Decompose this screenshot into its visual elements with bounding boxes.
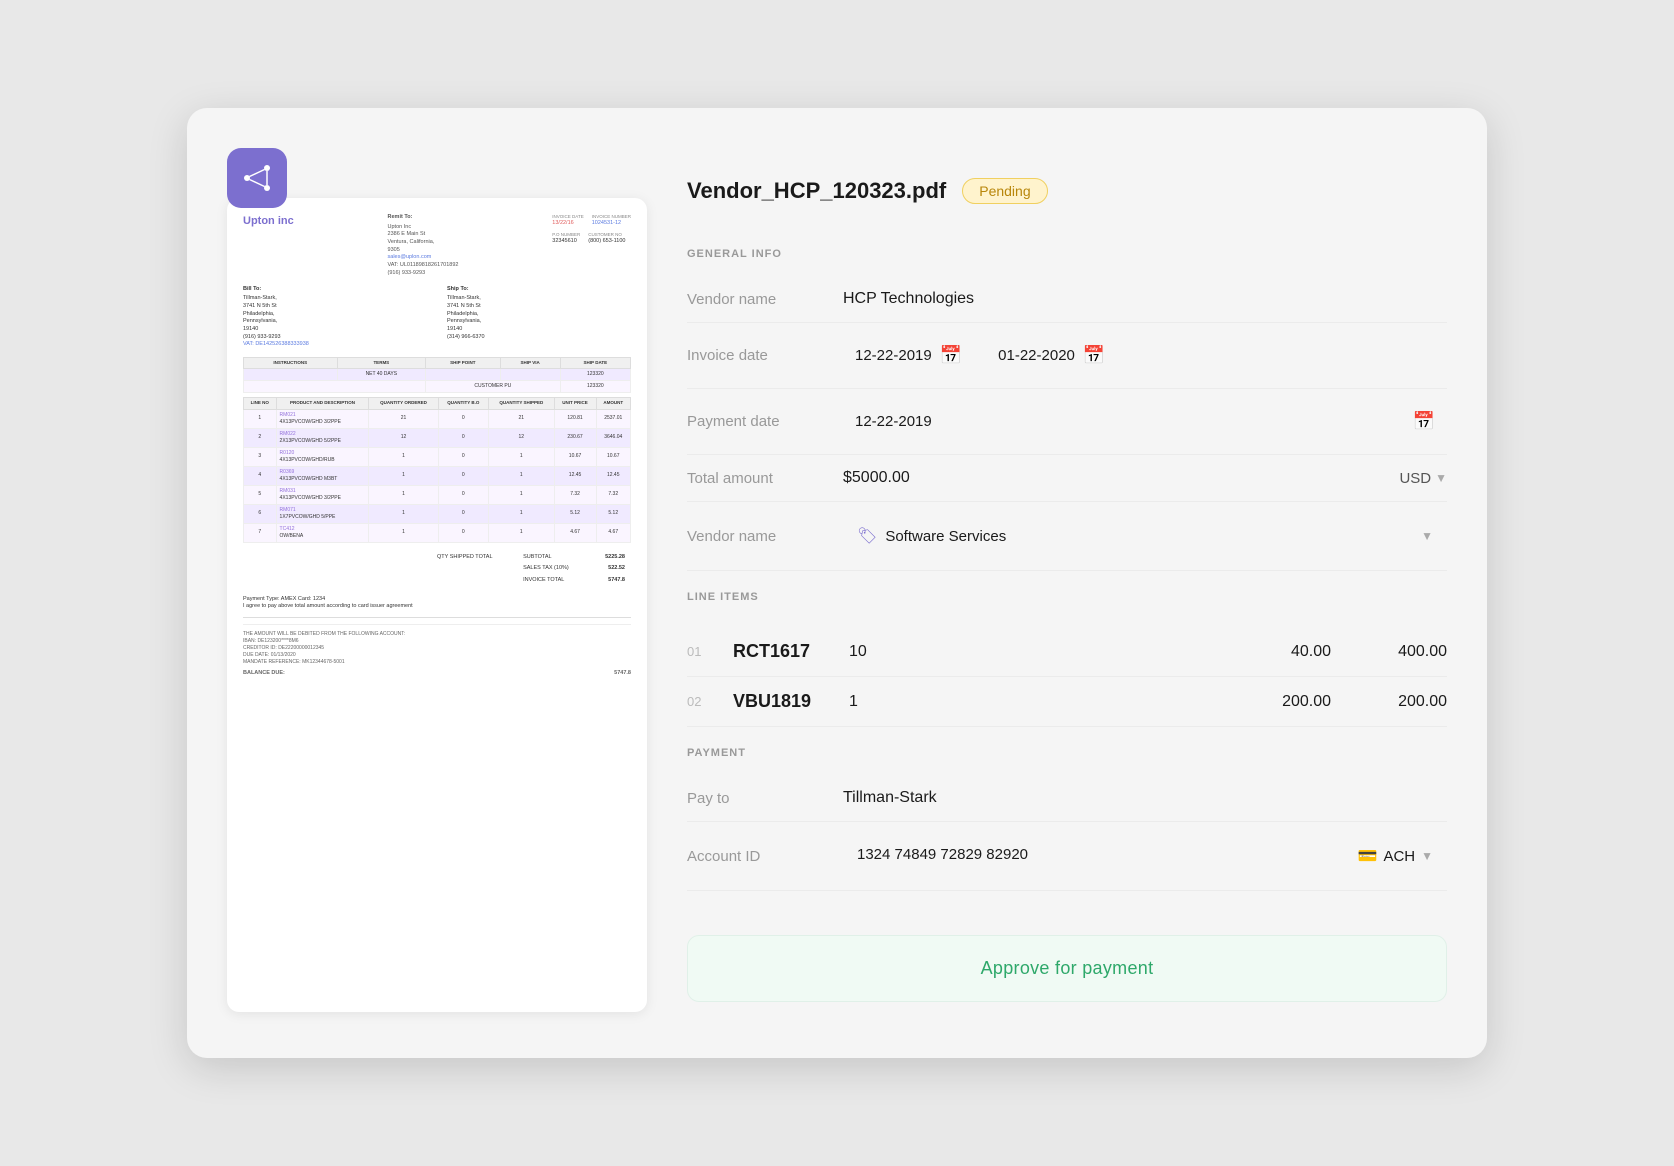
account-id-value: 1324 74849 72829 82920: [843, 836, 1332, 876]
invoice-remit: Remit To: Upton Inc 2386 E Main St Ventu…: [388, 214, 459, 278]
line-items-table: 01 RCT1617 10 40.00 400.00 02 VBU1819 1 …: [687, 627, 1447, 727]
currency-select[interactable]: USD ▼: [1399, 470, 1447, 487]
line-item-row: 01 RCT1617 10 40.00 400.00: [687, 627, 1447, 677]
pay-to-value: Tillman-Stark: [843, 789, 937, 807]
invoice-payment-note: Payment Type: AMEX Card: 1234 I agree to…: [243, 596, 631, 611]
vendor-type-chevron-icon: ▼: [1421, 529, 1433, 543]
calendar-icon-start: 📅: [940, 345, 962, 366]
line-code-1: RCT1617: [733, 641, 833, 662]
tag-icon: 🏷: [857, 526, 877, 546]
invoice-document: Upton inc Remit To: Upton Inc 2386 E Mai…: [243, 214, 631, 678]
approve-payment-button[interactable]: Approve for payment: [687, 935, 1447, 1002]
line-item-row-2: 02 VBU1819 1 200.00 200.00: [687, 677, 1447, 727]
calendar-icon-end: 📅: [1083, 345, 1105, 366]
card-icon: 💳: [1358, 846, 1378, 866]
line-num-1: 01: [687, 644, 717, 659]
line-items-label: LINE ITEMS: [687, 591, 1447, 603]
line-code-2: VBU1819: [733, 691, 833, 712]
calendar-icon-payment: 📅: [1413, 411, 1435, 432]
pay-to-row: Pay to Tillman-Stark: [687, 775, 1447, 822]
line-qty-2: 1: [849, 693, 889, 711]
line-unit-2: 200.00: [905, 693, 1331, 711]
payment-date-label: Payment date: [687, 413, 827, 430]
invoice-company-name: Upton inc: [243, 214, 294, 229]
invoice-dates: INVOICE DATE 13/22/16 INVOICE NUMBER 102…: [552, 214, 631, 250]
payment-label: PAYMENT: [687, 747, 1447, 759]
line-num-2: 02: [687, 694, 717, 709]
payment-date-value: 12-22-2019: [855, 413, 932, 430]
vendor-name-label: Vendor name: [687, 291, 827, 308]
status-badge: Pending: [962, 178, 1047, 204]
invoice-preview-panel: Upton inc Remit To: Upton Inc 2386 E Mai…: [227, 198, 647, 1012]
vendor-name-value: HCP Technologies: [843, 290, 974, 308]
invoice-date-start-field[interactable]: 12-22-2019 📅: [843, 337, 974, 374]
ach-text: ACH: [1383, 848, 1415, 865]
invoice-date-start-value: 12-22-2019: [855, 347, 932, 364]
invoice-date-label: Invoice date: [687, 347, 827, 364]
invoice-totals: QTY SHIPPED TOTALSUBTOTAL5225.28 SALES T…: [243, 551, 631, 588]
main-content: Upton inc Remit To: Upton Inc 2386 E Mai…: [227, 168, 1447, 1012]
doc-title: Vendor_HCP_120323.pdf: [687, 178, 946, 204]
right-panel: Vendor_HCP_120323.pdf Pending GENERAL IN…: [687, 168, 1447, 1012]
invoice-items-table: LINE NO PRODUCT AND DESCRIPTION QUANTITY…: [243, 397, 631, 542]
total-amount-value: $5000.00: [843, 469, 1387, 487]
vendor-type-row: Vendor name 🏷 Software Services ▼: [687, 502, 1447, 571]
invoice-date-pair: 12-22-2019 📅 01-22-2020 📅: [843, 337, 1447, 374]
line-unit-1: 40.00: [905, 643, 1331, 661]
approve-btn-container: Approve for payment: [687, 915, 1447, 1012]
line-total-2: 200.00: [1347, 693, 1447, 711]
line-total-1: 400.00: [1347, 643, 1447, 661]
vendor-type-label: Vendor name: [687, 528, 827, 545]
vendor-type-select[interactable]: 🏷 Software Services ▼: [843, 516, 1447, 556]
invoice-addresses: Bill To: Tillman-Stark, 3741 N 5th St Ph…: [243, 286, 631, 350]
app-logo: [227, 148, 287, 208]
payment-date-row: Payment date 12-22-2019 📅: [687, 389, 1447, 455]
vendor-type-value: Software Services: [885, 528, 1413, 545]
ach-select[interactable]: 💳 ACH ▼: [1344, 836, 1447, 876]
amount-row: $5000.00 USD ▼: [843, 469, 1447, 487]
ach-chevron-icon: ▼: [1421, 849, 1433, 863]
app-container: Upton inc Remit To: Upton Inc 2386 E Mai…: [187, 108, 1487, 1058]
currency-label: USD: [1399, 470, 1431, 487]
total-amount-row: Total amount $5000.00 USD ▼: [687, 455, 1447, 502]
shipping-info-table: INSTRUCTIONS TERMS SHIP POINT SHIP VIA S…: [243, 357, 631, 393]
invoice-date-row: Invoice date 12-22-2019 📅 01-22-2020 📅: [687, 323, 1447, 389]
account-id-row: Account ID 1324 74849 72829 82920 💳 ACH …: [687, 822, 1447, 891]
doc-header: Vendor_HCP_120323.pdf Pending: [687, 178, 1447, 204]
account-id-label: Account ID: [687, 848, 827, 865]
invoice-footer: THE AMOUNT WILL BE DEBITED FROM THE FOLL…: [243, 624, 631, 678]
payment-date-field[interactable]: 12-22-2019 📅: [843, 403, 1447, 440]
general-info-label: GENERAL INFO: [687, 248, 1447, 260]
line-qty-1: 10: [849, 643, 889, 661]
chevron-down-icon: ▼: [1435, 471, 1447, 485]
pay-to-label: Pay to: [687, 790, 827, 807]
invoice-date-end-value: 01-22-2020: [998, 347, 1075, 364]
invoice-date-end-field[interactable]: 01-22-2020 📅: [986, 337, 1117, 374]
logo-area: [227, 148, 287, 208]
vendor-name-row: Vendor name HCP Technologies: [687, 276, 1447, 323]
total-amount-label: Total amount: [687, 470, 827, 487]
